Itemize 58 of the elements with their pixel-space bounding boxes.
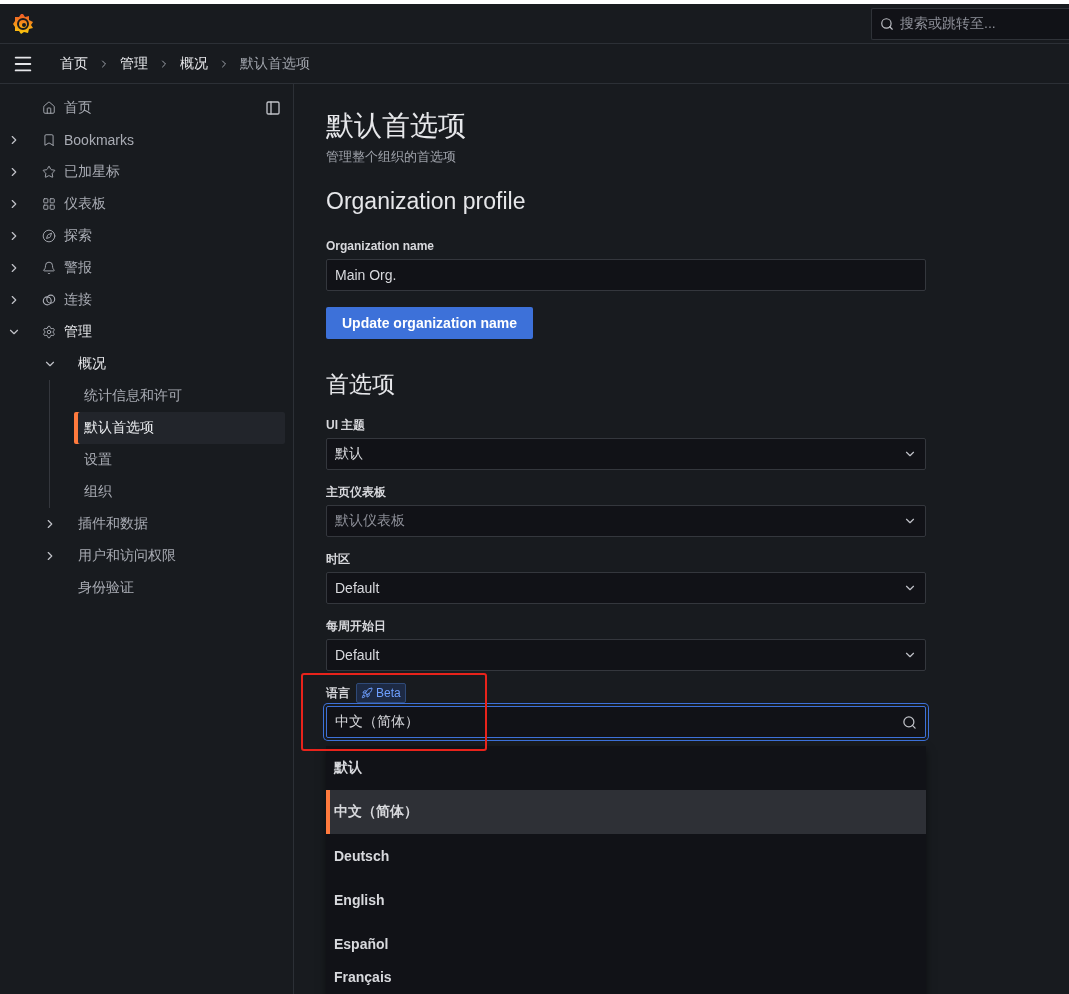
grid-icon [42, 196, 56, 212]
breadcrumb-link[interactable]: 默认首选项 [240, 54, 310, 73]
star-icon [42, 164, 56, 180]
select-field[interactable]: 默认 [326, 438, 926, 471]
page-subtitle: 管理整个组织的首选项 [326, 148, 457, 167]
search-icon [880, 16, 894, 31]
nav-item[interactable]: 仪表板 [64, 188, 106, 220]
nav-item[interactable]: 概况 [78, 348, 106, 380]
nav-item[interactable]: 设置 [84, 444, 112, 476]
update-button[interactable]: Update organization name [326, 307, 534, 340]
dropdown-option[interactable]: 默认 [326, 746, 926, 790]
field-label: 时区 [326, 550, 351, 568]
dropdown-option[interactable]: 中文（简体） [326, 790, 926, 834]
language-field[interactable]: 中文（简体） [326, 706, 926, 739]
nav-item[interactable]: 组织 [84, 476, 112, 508]
page-title: 默认首选项 [326, 109, 467, 143]
nav-item[interactable]: 统计信息和许可 [84, 380, 182, 412]
search-placeholder: 搜索或跳转至... [900, 14, 996, 33]
bookmark-icon [42, 132, 56, 148]
select-field[interactable]: Default [326, 639, 926, 672]
nav-item[interactable]: Bookmarks [64, 124, 135, 156]
compass-icon [42, 228, 56, 244]
select-field[interactable]: 默认仪表板 [326, 505, 926, 538]
nav-item[interactable]: 警报 [64, 252, 92, 284]
field-label: 每周开始日 [326, 617, 387, 635]
dock-menu-icon[interactable] [265, 100, 281, 116]
search-field[interactable]: 搜索或跳转至... [871, 7, 1069, 40]
breadcrumb-link[interactable]: 首页 [60, 54, 88, 73]
nav-item[interactable]: 身份验证 [78, 572, 134, 604]
input-field[interactable]: Main Org. [326, 259, 926, 292]
field-label: UI 主题 [326, 416, 367, 434]
logo-icon[interactable] [12, 12, 34, 35]
dropdown-option[interactable]: Deutsch [326, 834, 926, 878]
nav-item[interactable]: 首页 [64, 92, 92, 124]
gear-icon [42, 324, 56, 340]
beta-badge: Beta [356, 683, 406, 704]
nav-item[interactable]: 连接 [64, 284, 92, 316]
field-label: 主页仪表板 [326, 483, 387, 501]
nav-item[interactable]: 管理 [64, 316, 92, 348]
nav-item[interactable]: 插件和数据 [78, 508, 148, 540]
dropdown-option[interactable]: English [326, 878, 926, 922]
connections-icon [42, 292, 56, 308]
nav-item[interactable]: 默认首选项 [74, 412, 285, 444]
nav-item[interactable]: 用户和访问权限 [78, 540, 176, 572]
breadcrumb-link[interactable]: 管理 [120, 54, 148, 73]
breadcrumb-link[interactable]: 概况 [180, 54, 208, 73]
section-heading: Organization profile [326, 188, 527, 216]
nav-item[interactable]: 探索 [64, 220, 92, 252]
select-field[interactable]: Default [326, 572, 926, 605]
search-icon [902, 714, 917, 730]
dropdown-option[interactable]: Français [326, 966, 926, 988]
dropdown-option[interactable]: Español [326, 922, 926, 966]
bell-icon [42, 260, 56, 276]
nav-item[interactable]: 已加星标 [64, 156, 120, 188]
field-label: Organization name [326, 238, 436, 256]
section-heading: 首选项 [326, 370, 396, 400]
field-label: 语言 [326, 684, 350, 702]
home-icon [42, 100, 56, 116]
